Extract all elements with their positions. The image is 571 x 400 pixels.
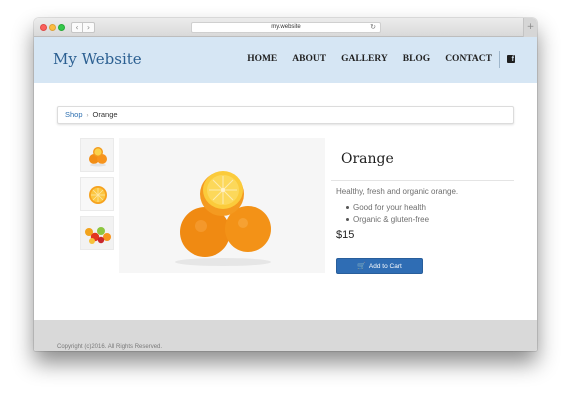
oranges-pile-image (81, 139, 113, 171)
nav-about[interactable]: ABOUT (292, 54, 326, 64)
address-bar[interactable]: my.website ↻ (191, 22, 381, 33)
forward-button[interactable]: › (83, 22, 95, 33)
breadcrumb-shop-link[interactable]: Shop (65, 110, 83, 119)
thumbnail-orange-slice[interactable] (80, 177, 114, 211)
breadcrumb: Shop › Orange (57, 106, 514, 124)
minimize-window-button[interactable] (49, 24, 56, 31)
breadcrumb-separator: › (86, 113, 89, 119)
cart-icon: 🛒 (357, 263, 366, 270)
product-title: Orange (341, 151, 394, 167)
product-price: $15 (336, 229, 355, 241)
copyright-text: Copyright (c)2016. All Rights Reserved. (57, 344, 163, 350)
product-main-image (119, 138, 325, 273)
zoom-window-button[interactable] (58, 24, 65, 31)
nav-blog[interactable]: BLOG (403, 54, 430, 64)
thumbnail-mixed-fruit[interactable] (80, 216, 114, 250)
add-to-cart-button[interactable]: 🛒 Add to Cart (336, 258, 423, 274)
browser-window: ‹ › my.website ↻ + My Website HOME ABOUT… (34, 18, 537, 351)
site-header: My Website HOME ABOUT GALLERY BLOG CONTA… (34, 37, 537, 83)
close-window-button[interactable] (40, 24, 47, 31)
oranges-photo (119, 138, 325, 273)
thumbnail-oranges-pile[interactable] (80, 138, 114, 172)
main-nav: HOME ABOUT GALLERY BLOG CONTACT (232, 54, 492, 64)
product-description: Healthy, fresh and organic orange. (336, 187, 459, 196)
back-button[interactable]: ‹ (71, 22, 83, 33)
mixed-fruit-image (81, 217, 113, 249)
reload-icon[interactable]: ↻ (370, 23, 376, 32)
add-to-cart-label: Add to Cart (368, 263, 402, 270)
nav-contact[interactable]: CONTACT (445, 54, 492, 64)
nav-home[interactable]: HOME (247, 54, 277, 64)
product-features: Good for your health Organic & gluten-fr… (346, 202, 429, 225)
nav-gallery[interactable]: GALLERY (341, 54, 388, 64)
site-logo[interactable]: My Website (53, 50, 142, 68)
orange-slice-image (81, 178, 113, 210)
facebook-icon[interactable]: f (507, 55, 515, 63)
site-footer: Copyright (c)2016. All Rights Reserved. (34, 320, 537, 351)
feature-item: Organic & gluten-free (346, 214, 429, 226)
nav-divider (499, 51, 500, 68)
url-text: my.website (271, 24, 301, 30)
breadcrumb-current: Orange (92, 110, 118, 119)
title-divider (331, 180, 514, 181)
browser-titlebar: ‹ › my.website ↻ + (34, 18, 537, 37)
new-tab-button[interactable]: + (523, 18, 537, 37)
feature-item: Good for your health (346, 202, 429, 214)
